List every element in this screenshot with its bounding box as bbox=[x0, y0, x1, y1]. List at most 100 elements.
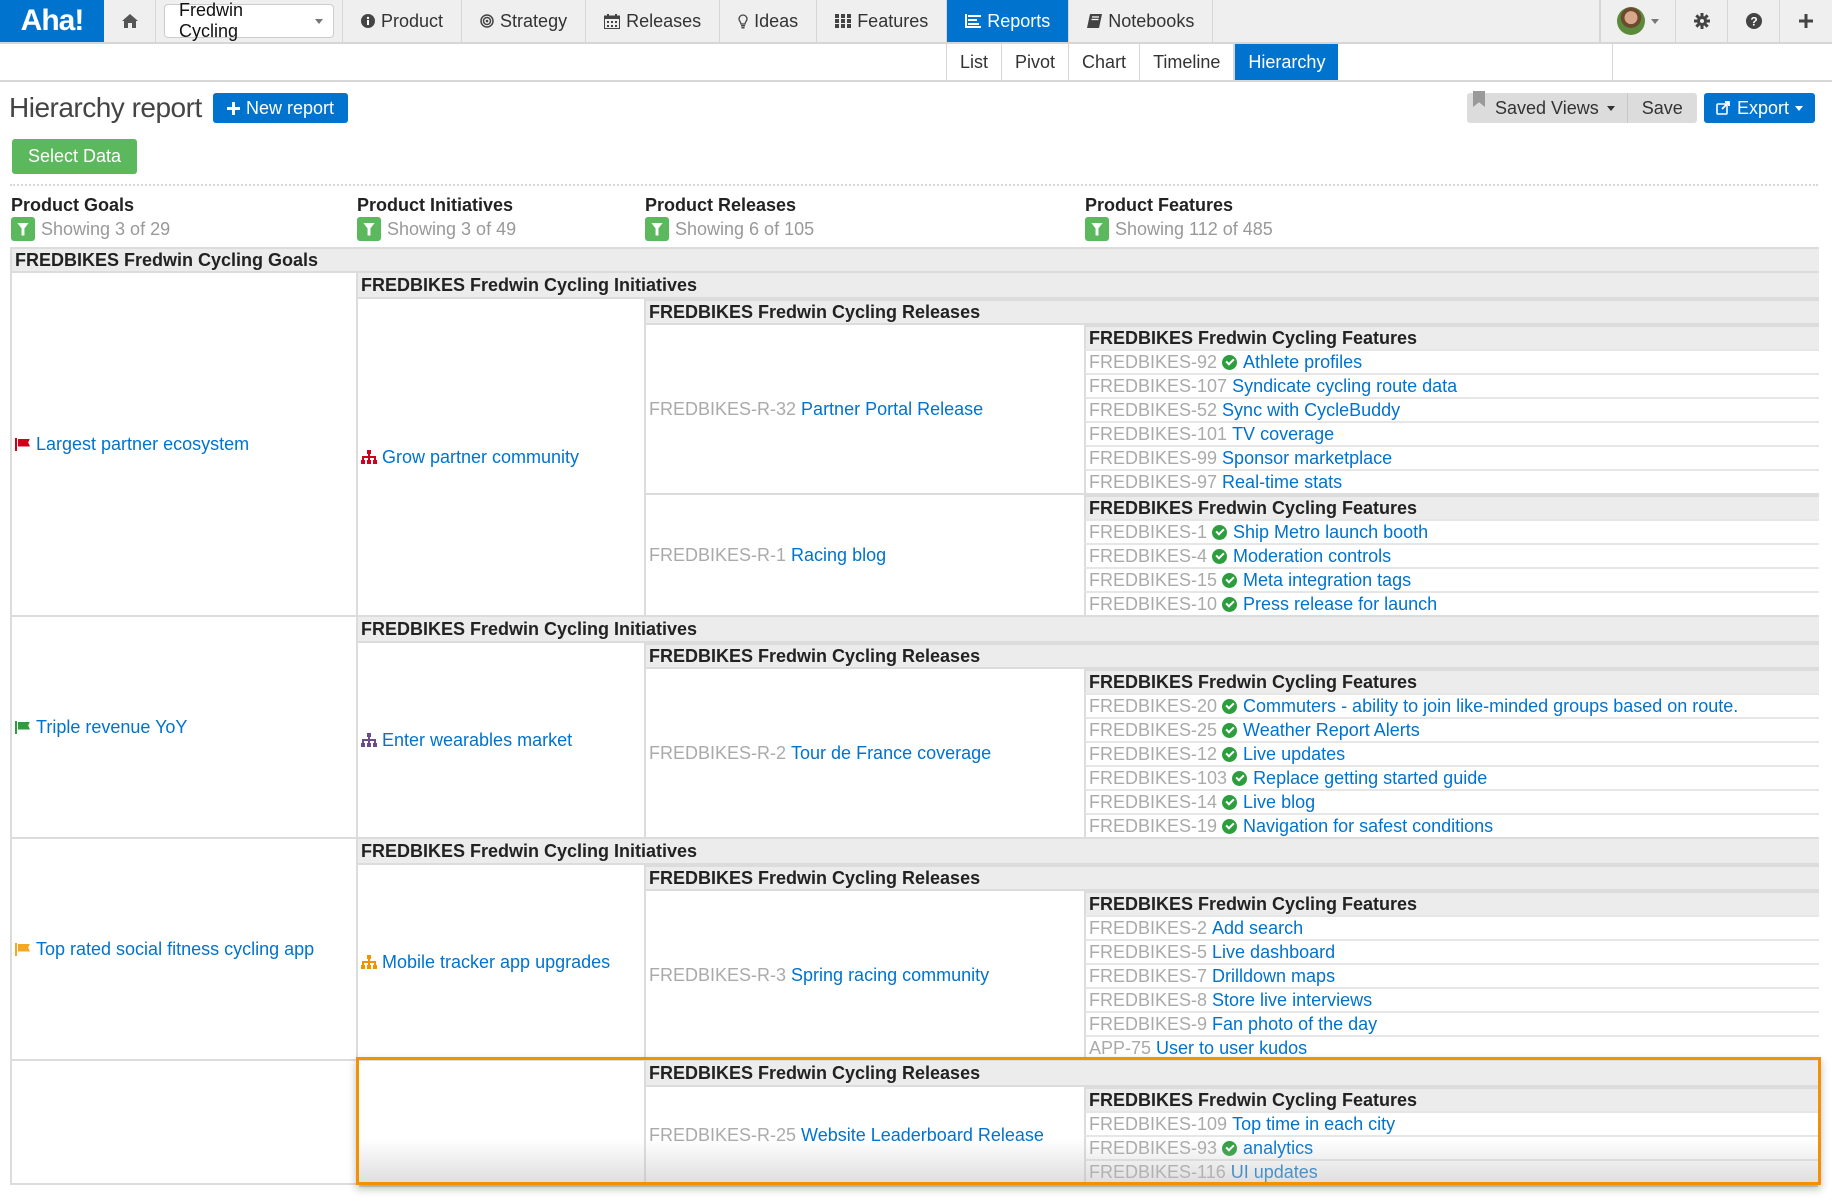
select-data-label: Select Data bbox=[28, 146, 122, 166]
feature-link[interactable]: TV coverage bbox=[1232, 424, 1334, 445]
tab-hierarchy[interactable]: Hierarchy bbox=[1233, 44, 1339, 80]
nav-strategy[interactable]: Strategy bbox=[462, 0, 587, 42]
feature-link[interactable]: Navigation for safest conditions bbox=[1243, 816, 1493, 837]
feature-link[interactable]: Sync with CycleBuddy bbox=[1222, 400, 1400, 421]
feature-ref: FREDBIKES-14 bbox=[1089, 791, 1218, 812]
feature-ref: FREDBIKES-101 bbox=[1089, 423, 1228, 444]
release-ref: FREDBIKES-R-1 bbox=[649, 544, 787, 565]
feature-row: FREDBIKES-12 Live updates bbox=[1084, 741, 1819, 765]
initiative-link[interactable]: Enter wearables market bbox=[382, 730, 572, 751]
tab-timeline[interactable]: Timeline bbox=[1139, 44, 1233, 80]
feature-link[interactable]: User to user kudos bbox=[1156, 1038, 1307, 1059]
feature-row: FREDBIKES-25 Weather Report Alerts bbox=[1084, 717, 1819, 741]
feature-link[interactable]: Ship Metro launch booth bbox=[1233, 522, 1428, 543]
report-type-tabs: List Pivot Chart Timeline Hierarchy bbox=[0, 44, 1832, 82]
feature-row: FREDBIKES-116 UI updates bbox=[1084, 1159, 1819, 1183]
feature-link[interactable]: Live blog bbox=[1243, 792, 1315, 813]
nav-notebooks[interactable]: Notebooks bbox=[1069, 0, 1214, 42]
feature-link[interactable]: Drilldown maps bbox=[1212, 966, 1335, 987]
nav-notebooks-label: Notebooks bbox=[1108, 10, 1195, 31]
feature-link[interactable]: Meta integration tags bbox=[1243, 570, 1411, 591]
user-menu[interactable] bbox=[1600, 0, 1676, 42]
feature-link[interactable]: Store live interviews bbox=[1212, 990, 1372, 1011]
release-link[interactable]: Partner Portal Release bbox=[801, 399, 983, 420]
feature-link[interactable]: Replace getting started guide bbox=[1253, 768, 1487, 789]
release-link[interactable]: Spring racing community bbox=[791, 965, 989, 986]
export-button[interactable]: Export bbox=[1704, 93, 1816, 123]
chevron-down-icon bbox=[315, 18, 323, 24]
home-button[interactable] bbox=[104, 0, 156, 42]
check-circle-icon bbox=[1222, 572, 1238, 588]
feature-link[interactable]: Weather Report Alerts bbox=[1243, 720, 1420, 741]
tab-pivot[interactable]: Pivot bbox=[1001, 44, 1068, 80]
feature-link[interactable]: Real-time stats bbox=[1222, 472, 1342, 493]
release-link[interactable]: Tour de France coverage bbox=[791, 743, 991, 764]
goal-link[interactable]: Triple revenue YoY bbox=[36, 717, 187, 738]
search-input[interactable] bbox=[1627, 47, 1832, 77]
feature-link[interactable]: Live dashboard bbox=[1212, 942, 1335, 963]
feature-link[interactable]: analytics bbox=[1243, 1138, 1313, 1159]
check-circle-icon bbox=[1212, 524, 1228, 540]
page-title: Hierarchy report bbox=[9, 92, 202, 123]
calendar-icon bbox=[604, 13, 621, 29]
initiative-link[interactable]: Mobile tracker app upgrades bbox=[382, 952, 610, 973]
feature-link[interactable]: Athlete profiles bbox=[1243, 352, 1362, 373]
column-title: Product Features bbox=[1085, 195, 1234, 215]
filter-icon[interactable] bbox=[11, 217, 35, 241]
select-data-button[interactable]: Select Data bbox=[12, 139, 138, 174]
nav-ideas[interactable]: Ideas bbox=[720, 0, 818, 42]
saved-views-dropdown[interactable]: Saved Views bbox=[1467, 91, 1628, 123]
new-report-label: New report bbox=[246, 97, 335, 118]
nav-reports[interactable]: Reports bbox=[947, 0, 1070, 42]
initiatives-header: FREDBIKES Fredwin Cycling Initiatives bbox=[356, 839, 1819, 863]
feature-link[interactable]: Syndicate cycling route data bbox=[1232, 376, 1457, 397]
nav-features[interactable]: Features bbox=[817, 0, 948, 42]
new-report-button[interactable]: New report bbox=[213, 93, 349, 123]
feature-link[interactable]: UI updates bbox=[1231, 1162, 1318, 1183]
saved-views-label: Saved Views bbox=[1495, 97, 1599, 118]
product-selector[interactable]: Fredwin Cycling bbox=[164, 0, 334, 41]
chevron-down-icon bbox=[1606, 105, 1615, 111]
feature-ref: FREDBIKES-1 bbox=[1089, 521, 1208, 542]
svg-text:?: ? bbox=[1750, 15, 1757, 29]
check-circle-icon bbox=[1222, 1140, 1238, 1156]
feature-link[interactable]: Add search bbox=[1212, 918, 1303, 939]
feature-link[interactable]: Top time in each city bbox=[1232, 1114, 1395, 1135]
feature-row: FREDBIKES-2 Add search bbox=[1084, 915, 1819, 939]
nav-product[interactable]: Product bbox=[343, 0, 463, 42]
goal-link[interactable]: Top rated social fitness cycling app bbox=[36, 939, 314, 960]
filter-icon[interactable] bbox=[357, 217, 381, 241]
release-link[interactable]: Website Leaderboard Release bbox=[801, 1125, 1044, 1146]
tab-list[interactable]: List bbox=[946, 44, 1001, 80]
nav-product-label: Product bbox=[381, 10, 444, 31]
feature-link[interactable]: Moderation controls bbox=[1233, 546, 1391, 567]
add-button[interactable] bbox=[1780, 0, 1832, 42]
save-button[interactable]: Save bbox=[1628, 93, 1697, 123]
release-link[interactable]: Racing blog bbox=[791, 545, 886, 566]
goal-link[interactable]: Largest partner ecosystem bbox=[36, 434, 249, 455]
nav-releases[interactable]: Releases bbox=[586, 0, 721, 42]
home-icon bbox=[121, 14, 138, 28]
initiative-icon bbox=[361, 955, 377, 969]
feature-link[interactable]: Sponsor marketplace bbox=[1222, 448, 1392, 469]
feature-row: FREDBIKES-92 Athlete profiles bbox=[1084, 349, 1819, 373]
aha-logo[interactable]: Aha! bbox=[0, 0, 104, 42]
feature-link[interactable]: Fan photo of the day bbox=[1212, 1014, 1377, 1035]
column-count: Showing 112 of 485 bbox=[1115, 218, 1273, 239]
tab-chart[interactable]: Chart bbox=[1068, 44, 1139, 80]
feature-link[interactable]: Live updates bbox=[1243, 744, 1345, 765]
initiative-link[interactable]: Grow partner community bbox=[382, 447, 579, 468]
feature-ref: FREDBIKES-8 bbox=[1089, 989, 1208, 1010]
feature-link[interactable]: Press release for launch bbox=[1243, 594, 1437, 615]
settings-button[interactable] bbox=[1676, 0, 1728, 42]
initiative-cell: Grow partner community bbox=[356, 299, 644, 615]
info-circle-icon bbox=[361, 14, 375, 28]
filter-icon[interactable] bbox=[1085, 217, 1109, 241]
help-icon: ? bbox=[1745, 13, 1762, 29]
feature-row: FREDBIKES-109 Top time in each city bbox=[1084, 1111, 1819, 1135]
help-button[interactable]: ? bbox=[1728, 0, 1780, 42]
feature-ref: FREDBIKES-5 bbox=[1089, 941, 1208, 962]
column-initiatives: Product Initiatives Showing 3 of 49 bbox=[357, 195, 516, 241]
feature-link[interactable]: Commuters - ability to join like-minded … bbox=[1243, 696, 1738, 717]
filter-icon[interactable] bbox=[645, 217, 669, 241]
